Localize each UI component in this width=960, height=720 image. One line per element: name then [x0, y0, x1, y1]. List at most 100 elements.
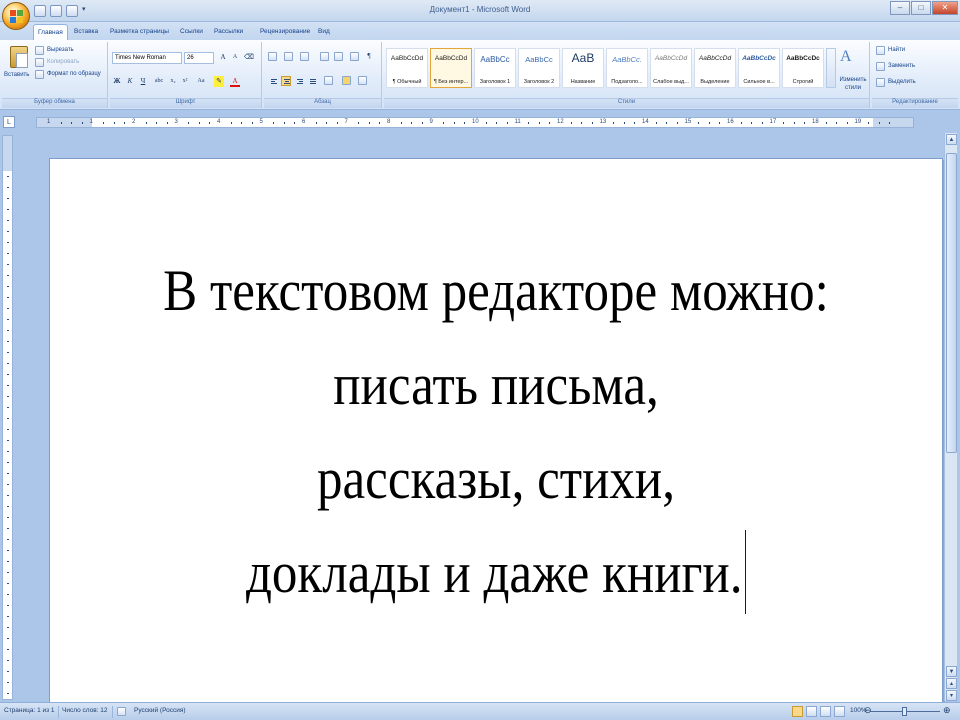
vruler-tick	[7, 319, 9, 320]
underline-button[interactable]: Ч	[138, 76, 148, 87]
word-count[interactable]: Число слов: 12	[62, 707, 108, 714]
replace-button[interactable]: Заменить	[888, 63, 915, 69]
paste-button[interactable]: Вставить	[4, 72, 29, 78]
outline-view-button[interactable]	[834, 706, 845, 717]
scroll-thumb[interactable]	[946, 153, 957, 453]
print-layout-view-button[interactable]	[792, 706, 803, 717]
tab-review[interactable]: Рецензирование	[256, 24, 314, 40]
change-styles-icon[interactable]: A	[840, 48, 858, 66]
change-styles-button[interactable]: Изменить стили	[836, 76, 870, 92]
document-page[interactable]: В текстовом редакторе можно: писать пись…	[49, 158, 943, 703]
bullets-icon[interactable]	[268, 52, 277, 61]
scroll-down-icon[interactable]: ▼	[946, 666, 957, 677]
page-count[interactable]: Страница: 1 из 1	[4, 707, 55, 714]
next-page-icon[interactable]: ▾	[946, 690, 957, 701]
vruler-tick	[7, 385, 9, 386]
style-name: Заголовок 1	[479, 79, 511, 85]
ruler-tick	[496, 122, 498, 124]
style-emphasis[interactable]: AaBbCcDd Выделение	[694, 48, 736, 88]
tab-home[interactable]: Главная	[33, 24, 68, 40]
tab-view[interactable]: Вид	[314, 24, 334, 40]
numbering-icon[interactable]	[284, 52, 293, 61]
ruler-number: 12	[557, 119, 564, 125]
paste-icon[interactable]	[10, 46, 28, 68]
tab-selector-button[interactable]: L	[3, 116, 15, 128]
italic-button[interactable]: К	[125, 76, 135, 87]
style-intense-emphasis[interactable]: AaBbCcDc Сильное в...	[738, 48, 780, 88]
close-button[interactable]: ✕	[932, 1, 958, 15]
minimize-button[interactable]: –	[890, 1, 910, 15]
shrink-font-icon[interactable]: A	[230, 52, 240, 63]
line-spacing-icon[interactable]	[324, 76, 333, 85]
styles-scroll[interactable]	[826, 48, 836, 88]
document-body[interactable]: В текстовом редакторе можно: писать пись…	[104, 244, 889, 620]
ruler-tick	[326, 122, 328, 124]
maximize-button[interactable]: □	[911, 1, 931, 15]
grow-font-icon[interactable]: A	[218, 52, 228, 63]
multilevel-list-icon[interactable]	[300, 52, 309, 61]
prev-page-icon[interactable]: ▴	[946, 678, 957, 689]
copy-icon	[35, 58, 44, 67]
style-strong[interactable]: AaBbCcDc Строгий	[782, 48, 824, 88]
clear-format-icon[interactable]: ⌫	[244, 52, 254, 63]
ruler-tick	[103, 122, 105, 124]
font-size-combo[interactable]: 26	[184, 52, 214, 64]
justify-button[interactable]	[307, 76, 317, 86]
style-heading-1[interactable]: AaBbCc Заголовок 1	[474, 48, 516, 88]
zoom-slider-knob[interactable]	[902, 707, 907, 716]
vruler-tick	[7, 198, 9, 199]
zoom-out-icon[interactable]: ⊖	[864, 705, 872, 716]
ruler-tick	[549, 122, 551, 124]
vruler-tick	[7, 693, 9, 694]
tab-mailings[interactable]: Рассылки	[210, 24, 247, 40]
ruler-tick	[836, 122, 838, 124]
style-title[interactable]: AaB Название	[562, 48, 604, 88]
style-heading-2[interactable]: AaBbCc Заголовок 2	[518, 48, 560, 88]
cut-button[interactable]: Вырезать	[47, 47, 74, 53]
find-button[interactable]: Найти	[888, 47, 905, 53]
align-center-button[interactable]	[281, 76, 291, 86]
strikethrough-button[interactable]: abc	[152, 76, 166, 87]
align-right-button[interactable]	[294, 76, 304, 86]
select-button[interactable]: Выделить	[888, 79, 916, 85]
vertical-scrollbar[interactable]: ▲ ▼ ▴ ▾	[944, 133, 957, 701]
bold-button[interactable]: Ж	[112, 76, 122, 87]
vruler-tick	[7, 517, 9, 518]
format-painter-button[interactable]: Формат по образцу	[47, 71, 101, 77]
language-indicator[interactable]: Русский (Россия)	[134, 707, 186, 714]
vertical-ruler[interactable]	[2, 135, 13, 700]
web-layout-view-button[interactable]	[820, 706, 831, 717]
font-color-icon[interactable]: A	[230, 76, 240, 87]
vruler-tick	[7, 649, 9, 650]
proofing-icon[interactable]	[117, 707, 126, 716]
ruler-tick	[421, 122, 423, 124]
superscript-button[interactable]: x²	[180, 76, 190, 87]
ruler-tick	[188, 122, 190, 124]
align-left-button[interactable]	[268, 76, 278, 86]
font-name-combo[interactable]: Times New Roman	[112, 52, 182, 64]
ruler-number: 17	[769, 119, 777, 125]
style-subtle-emphasis[interactable]: AaBbCcDd Слабое выд...	[650, 48, 692, 88]
show-marks-icon[interactable]: ¶	[364, 51, 374, 62]
style-no-spacing[interactable]: AaBbCcDd ¶ Без интер...	[430, 48, 472, 88]
full-screen-view-button[interactable]	[806, 706, 817, 717]
shading-icon[interactable]	[342, 76, 351, 85]
subscript-button[interactable]: x₂	[168, 76, 178, 87]
tab-references[interactable]: Ссылки	[176, 24, 207, 40]
tab-insert[interactable]: Вставка	[70, 24, 102, 40]
ruler-number: 14	[642, 119, 649, 125]
change-case-button[interactable]: Aa	[194, 76, 208, 87]
tab-page-layout[interactable]: Разметка страницы	[106, 24, 173, 40]
copy-button[interactable]: Копировать	[47, 59, 79, 65]
style-normal[interactable]: AaBbCcDd ¶ Обычный	[386, 48, 428, 88]
zoom-in-icon[interactable]: ⊕	[943, 705, 951, 716]
increase-indent-icon[interactable]	[334, 52, 343, 61]
scroll-up-icon[interactable]: ▲	[946, 134, 957, 145]
sort-icon[interactable]	[350, 52, 359, 61]
borders-icon[interactable]	[358, 76, 367, 85]
office-button[interactable]	[2, 2, 30, 30]
decrease-indent-icon[interactable]	[320, 52, 329, 61]
horizontal-ruler[interactable]: 1 1 2 3 4 5 6 7 8 9 10 11 12 13 14 15 16 17 18 19	[36, 117, 914, 128]
style-subtitle[interactable]: AaBbCc. Подзаголо...	[606, 48, 648, 88]
highlight-icon[interactable]: ✎	[214, 76, 224, 87]
